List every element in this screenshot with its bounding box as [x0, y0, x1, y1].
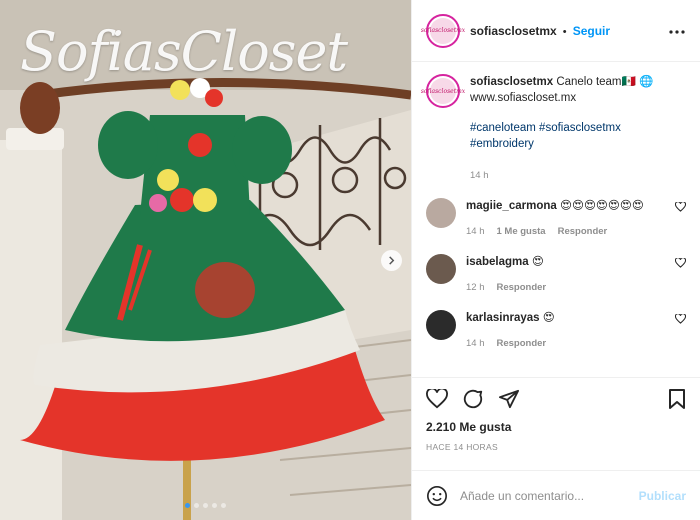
carousel-dot[interactable]: [212, 503, 217, 508]
next-image-button[interactable]: [381, 250, 402, 271]
action-icons: [426, 388, 686, 410]
caption-avatar[interactable]: sofiasclosetmx: [421, 74, 465, 108]
more-options-icon[interactable]: [668, 22, 686, 40]
comment-body: magiie_carmona 😍😍😍😍😍😍😍 14 h 1 Me gusta R…: [466, 198, 686, 240]
comment-meta: 14 h Responder: [466, 336, 686, 352]
brand-watermark: SofiasCloset: [20, 20, 348, 83]
comment-time: 12 h: [466, 282, 485, 293]
comment-body: isabelagma 😍 12 h Responder: [466, 254, 686, 296]
carousel-dot[interactable]: [221, 503, 226, 508]
avatar[interactable]: sofiasclosetmx: [421, 13, 465, 48]
comment-avatar[interactable]: [426, 310, 456, 340]
comment-heart-icon[interactable]: [674, 257, 687, 271]
reply-button[interactable]: Responder: [497, 280, 547, 296]
comment-input[interactable]: [460, 488, 627, 503]
comment-meta: 14 h 1 Me gusta Responder: [466, 224, 686, 240]
caption-text-block: sofiasclosetmx Canelo team🇲🇽 🌐www.sofias…: [470, 74, 686, 184]
comment-icon[interactable]: [462, 388, 484, 410]
emoji-icon[interactable]: [426, 485, 448, 507]
comment-time: 14 h: [466, 338, 485, 349]
comment-meta: 12 h Responder: [466, 280, 686, 296]
share-icon[interactable]: [498, 389, 520, 409]
chevron-right-icon: [387, 256, 396, 265]
post-media[interactable]: SofiasCloset: [0, 0, 411, 520]
comments-section: sofiasclosetmx sofiasclosetmx Canelo tea…: [412, 62, 700, 377]
comment-body: karlasinrayas 😍 14 h Responder: [466, 310, 686, 352]
caption-hashtags[interactable]: #caneloteam #sofiasclosetmx #embroidery: [470, 120, 686, 152]
publish-button[interactable]: Publicar: [639, 489, 686, 503]
header-username[interactable]: sofiasclosetmx: [470, 24, 557, 38]
caption: sofiasclosetmx sofiasclosetmx Canelo tea…: [421, 74, 686, 184]
comment-username[interactable]: magiie_carmona: [466, 200, 557, 212]
comment-username[interactable]: karlasinrayas: [466, 312, 540, 324]
reply-button[interactable]: Responder: [558, 224, 608, 240]
comment-time: 14 h: [466, 226, 485, 237]
caption-username[interactable]: sofiasclosetmx: [470, 76, 553, 88]
carousel-dot[interactable]: [194, 503, 199, 508]
carousel-dot[interactable]: [203, 503, 208, 508]
like-count[interactable]: 2.210 Me gusta: [426, 420, 686, 434]
comment-text: 😍😍😍😍😍😍😍: [559, 200, 644, 212]
comment-avatar[interactable]: [426, 198, 456, 228]
comment-text: 😍: [542, 312, 555, 324]
post-sidebar: sofiasclosetmx sofiasclosetmx • Seguir s…: [411, 0, 700, 520]
follow-button[interactable]: Seguir: [573, 24, 610, 38]
separator-dot: •: [562, 25, 567, 38]
carousel-dot[interactable]: [185, 503, 190, 508]
avatar-logo: sofiasclosetmx: [421, 78, 465, 104]
comment-heart-icon[interactable]: [674, 313, 687, 327]
post-header: sofiasclosetmx sofiasclosetmx • Seguir: [412, 0, 700, 62]
comment-list: magiie_carmona 😍😍😍😍😍😍😍 14 h 1 Me gusta R…: [426, 198, 687, 352]
comment-username[interactable]: isabelagma: [466, 256, 529, 268]
reply-button[interactable]: Responder: [497, 336, 547, 352]
caption-time: 14 h: [470, 170, 489, 181]
comment-item: isabelagma 😍 12 h Responder: [426, 254, 687, 296]
heart-icon[interactable]: [426, 389, 448, 409]
comment-item: magiie_carmona 😍😍😍😍😍😍😍 14 h 1 Me gusta R…: [426, 198, 687, 240]
post-timestamp: HACE 14 HORAS: [426, 442, 498, 452]
comment-text: 😍: [531, 256, 544, 268]
comment-avatar[interactable]: [426, 254, 456, 284]
comment-heart-icon[interactable]: [674, 201, 687, 215]
comment-item: karlasinrayas 😍 14 h Responder: [426, 310, 687, 352]
add-comment-bar: Publicar: [412, 470, 700, 520]
actions-bar: 2.210 Me gusta HACE 14 HORAS: [412, 377, 700, 470]
carousel-indicator: [0, 503, 411, 508]
instagram-post: SofiasCloset sofiasclosetmx sofiascloset…: [0, 0, 700, 520]
comment-likes[interactable]: 1 Me gusta: [497, 224, 546, 240]
avatar-logo: sofiasclosetmx: [421, 17, 465, 44]
bookmark-icon[interactable]: [668, 388, 686, 410]
